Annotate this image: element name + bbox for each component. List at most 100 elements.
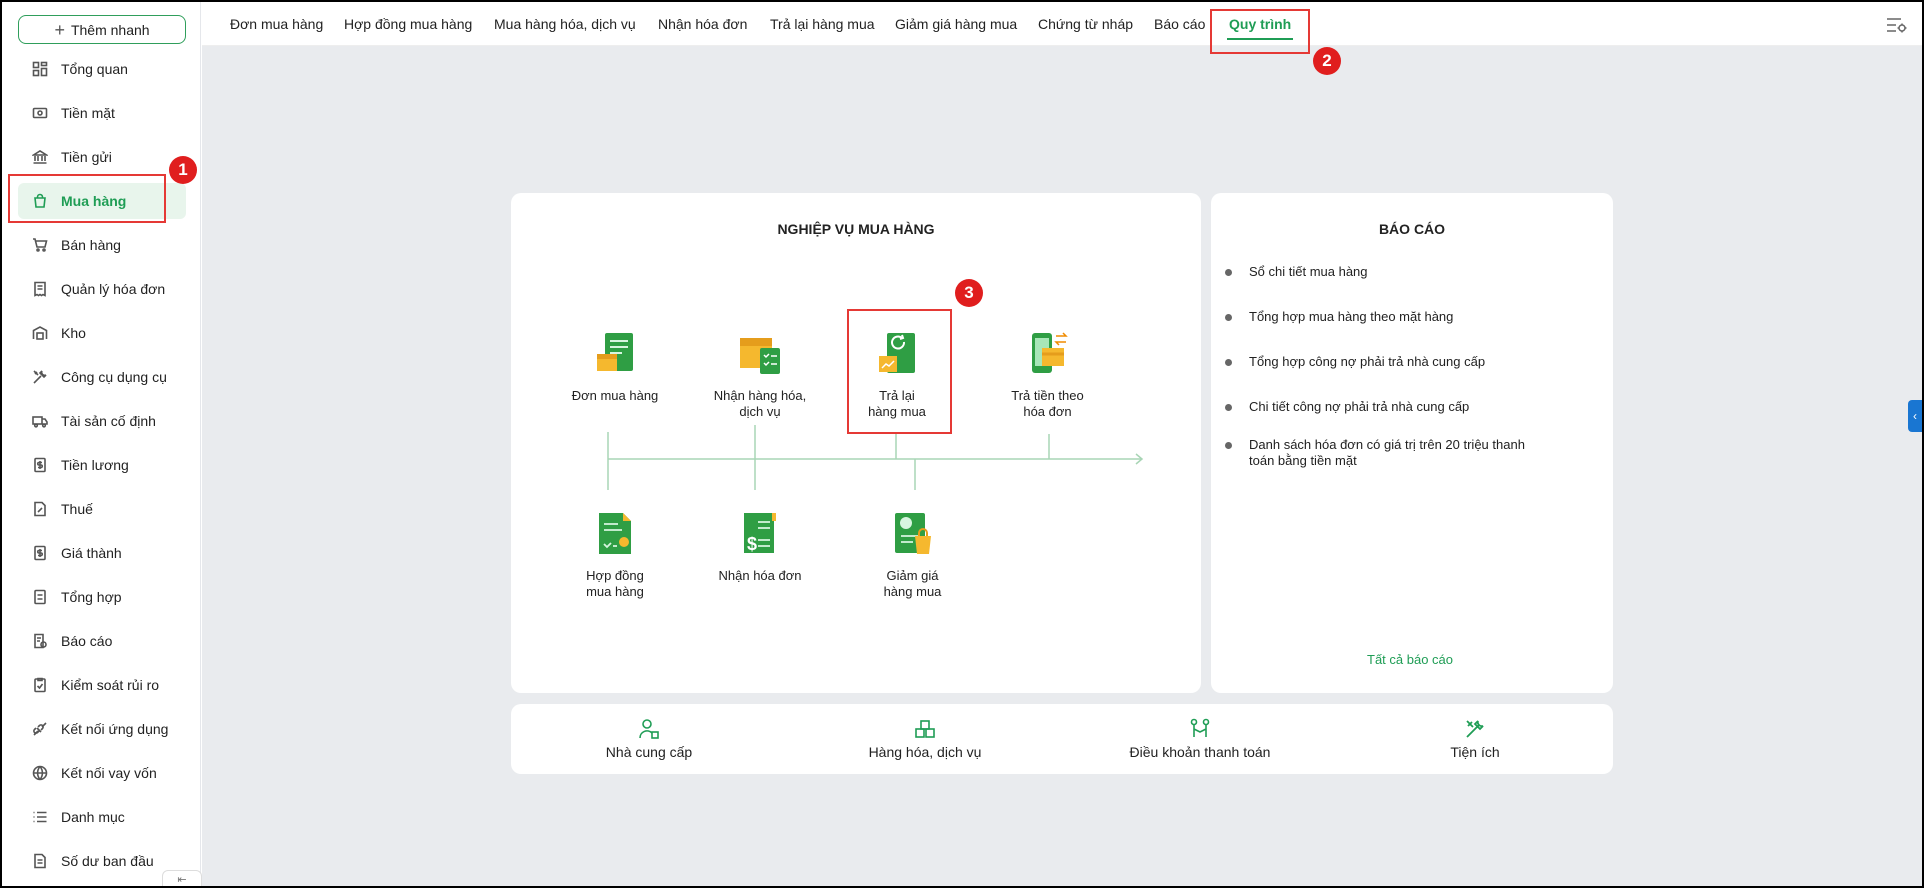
sidebar-item-overview[interactable]: Tổng quan: [18, 51, 186, 87]
sidebar-item-label: Tổng quan: [61, 61, 128, 77]
sidebar-item-label: Số dư ban đầu: [61, 853, 154, 869]
shortcut-payment-terms[interactable]: Điều khoản thanh toán: [1125, 718, 1275, 760]
node-label: dịch vụ: [739, 404, 781, 419]
report-link[interactable]: Tổng hợp mua hàng theo mặt hàng: [1225, 309, 1559, 325]
node-receive-goods[interactable]: Nhận hàng hóa, dịch vụ: [700, 330, 820, 420]
dashboard-icon: [31, 60, 49, 78]
sidebar-item-label: Tiền lương: [61, 457, 129, 473]
node-purchase-discount[interactable]: Giảm giá hàng mua: [860, 510, 965, 600]
shortcut-supplier[interactable]: Nhà cung cấp: [594, 718, 704, 760]
collapse-sidebar-button[interactable]: ⇤: [162, 870, 202, 888]
sidebar-item-cash[interactable]: Tiền mặt: [18, 95, 186, 131]
report-link[interactable]: Danh sách hóa đơn có giá trị trên 20 tri…: [1225, 437, 1549, 469]
all-reports-link[interactable]: Tất cả báo cáo: [1367, 652, 1453, 667]
annotation-box-1: [8, 174, 166, 223]
sidebar-item-app-connect[interactable]: Kết nối ứng dụng: [18, 711, 186, 747]
shortcut-label: Tiện ích: [1450, 744, 1500, 760]
report-link[interactable]: Tổng hợp công nợ phải trả nhà cung cấp: [1225, 354, 1559, 370]
cart-icon: [31, 236, 49, 254]
sidebar-item-catalog[interactable]: Danh mục: [18, 799, 186, 835]
sidebar-item-label: Tài sản cố định: [61, 413, 156, 429]
list-settings-icon[interactable]: [1886, 16, 1908, 34]
node-label: mua hàng: [586, 584, 644, 599]
report-link[interactable]: Chi tiết công nợ phải trả nhà cung cấp: [1225, 399, 1559, 415]
shortcut-utilities[interactable]: Tiện ích: [1440, 718, 1510, 760]
sidebar-item-deposit[interactable]: Tiền gửi: [18, 139, 186, 175]
node-receive-invoice[interactable]: $ Nhận hóa đơn: [700, 510, 820, 584]
tab-reports[interactable]: Báo cáo: [1154, 2, 1205, 46]
sidebar-item-label: Kết nối ứng dụng: [61, 721, 169, 737]
pay-invoice-icon: [1031, 332, 1068, 373]
payment-terms-icon: [1190, 718, 1210, 737]
sidebar-item-label: Thuế: [61, 501, 93, 517]
opening-balance-icon: [31, 852, 49, 870]
sidebar-item-label: Tiền gửi: [61, 149, 112, 165]
purchase-order-icon: [597, 333, 633, 371]
sidebar-item-reports[interactable]: Báo cáo: [18, 623, 186, 659]
quick-add-label: Thêm nhanh: [70, 21, 150, 38]
report-icon: [31, 632, 49, 650]
tab-draft-documents[interactable]: Chứng từ nháp: [1038, 2, 1133, 46]
sidebar-item-risk-control[interactable]: Kiểm soát rủi ro: [18, 667, 186, 703]
sidebar-item-label: Bán hàng: [61, 237, 121, 253]
cash-icon: [31, 104, 49, 122]
quick-add-button[interactable]: + Thêm nhanh: [18, 15, 186, 44]
shortcut-label: Điều khoản thanh toán: [1129, 744, 1271, 760]
node-pay-by-invoice[interactable]: Trả tiền theo hóa đơn: [1000, 330, 1095, 420]
sidebar-item-summary[interactable]: Tổng hợp: [18, 579, 186, 615]
sidebar-item-loan-connect[interactable]: Kết nối vay vốn: [18, 755, 186, 791]
sidebar-item-label: Tiền mặt: [61, 105, 115, 121]
node-label: Nhận hàng hóa,: [713, 388, 807, 403]
annotation-box-3: [847, 309, 952, 434]
goods-icon: [915, 720, 935, 738]
sidebar-item-opening-balance[interactable]: Số dư ban đầu: [18, 843, 186, 879]
sidebar: + Thêm nhanh Tổng quan Tiền mặt Tiền gửi…: [2, 2, 202, 888]
purchase-contract-icon: [599, 513, 631, 554]
receive-goods-icon: [740, 338, 780, 374]
tab-receive-invoice[interactable]: Nhận hóa đơn: [658, 2, 747, 46]
salary-icon: [31, 456, 49, 474]
utilities-icon: [1466, 720, 1484, 738]
sidebar-item-warehouse[interactable]: Kho: [18, 315, 186, 351]
report-link[interactable]: Sổ chi tiết mua hàng: [1225, 264, 1559, 280]
sidebar-item-salary[interactable]: Tiền lương: [18, 447, 186, 483]
node-label: Hợp đồng: [586, 568, 644, 583]
tab-purchase-discount[interactable]: Giảm giá hàng mua: [895, 2, 1017, 46]
shortcut-label: Hàng hóa, dịch vụ: [868, 744, 982, 760]
cost-icon: [31, 544, 49, 562]
receive-invoice-icon: $: [744, 513, 776, 554]
sidebar-item-fixed-assets[interactable]: Tài sản cố định: [18, 403, 186, 439]
node-label: hàng mua: [883, 584, 942, 599]
node-purchase-order[interactable]: Đơn mua hàng: [560, 330, 670, 404]
supplier-icon: [639, 719, 659, 739]
truck-icon: [31, 412, 49, 430]
loan-icon: [31, 764, 49, 782]
list-icon: [31, 808, 49, 826]
process-title: NGHIỆP VỤ MUA HÀNG: [777, 221, 935, 237]
sidebar-item-tools[interactable]: Công cụ dụng cụ: [18, 359, 186, 395]
expand-panel-button[interactable]: ‹: [1908, 400, 1922, 432]
tax-icon: [31, 500, 49, 518]
annotation-badge-3: 3: [955, 279, 983, 307]
tab-purchase-return[interactable]: Trả lại hàng mua: [770, 2, 875, 46]
tab-purchase-order[interactable]: Đơn mua hàng: [230, 2, 323, 46]
sidebar-item-sales[interactable]: Bán hàng: [18, 227, 186, 263]
node-label: Nhận hóa đơn: [718, 568, 802, 583]
shortcut-goods-services[interactable]: Hàng hóa, dịch vụ: [860, 718, 990, 760]
sidebar-item-tax[interactable]: Thuế: [18, 491, 186, 527]
warehouse-icon: [31, 324, 49, 342]
sidebar-item-cost[interactable]: Giá thành: [18, 535, 186, 571]
node-label: Trả tiền theo: [1011, 388, 1084, 403]
node-label: Giảm giá: [886, 568, 939, 583]
node-purchase-contract[interactable]: Hợp đồng mua hàng: [560, 510, 670, 600]
connect-icon: [31, 720, 49, 738]
tab-buy-goods-services[interactable]: Mua hàng hóa, dịch vụ: [494, 2, 636, 46]
sidebar-item-label: Quản lý hóa đơn: [61, 281, 166, 297]
sidebar-item-invoice-management[interactable]: Quản lý hóa đơn: [18, 271, 186, 307]
plus-icon: +: [54, 19, 65, 40]
tab-purchase-contract[interactable]: Hợp đồng mua hàng: [344, 2, 472, 46]
reports-title: BÁO CÁO: [1378, 221, 1446, 237]
shortcut-label: Nhà cung cấp: [605, 744, 693, 760]
invoice-icon: [31, 280, 49, 298]
sidebar-item-label: Danh mục: [61, 809, 125, 825]
